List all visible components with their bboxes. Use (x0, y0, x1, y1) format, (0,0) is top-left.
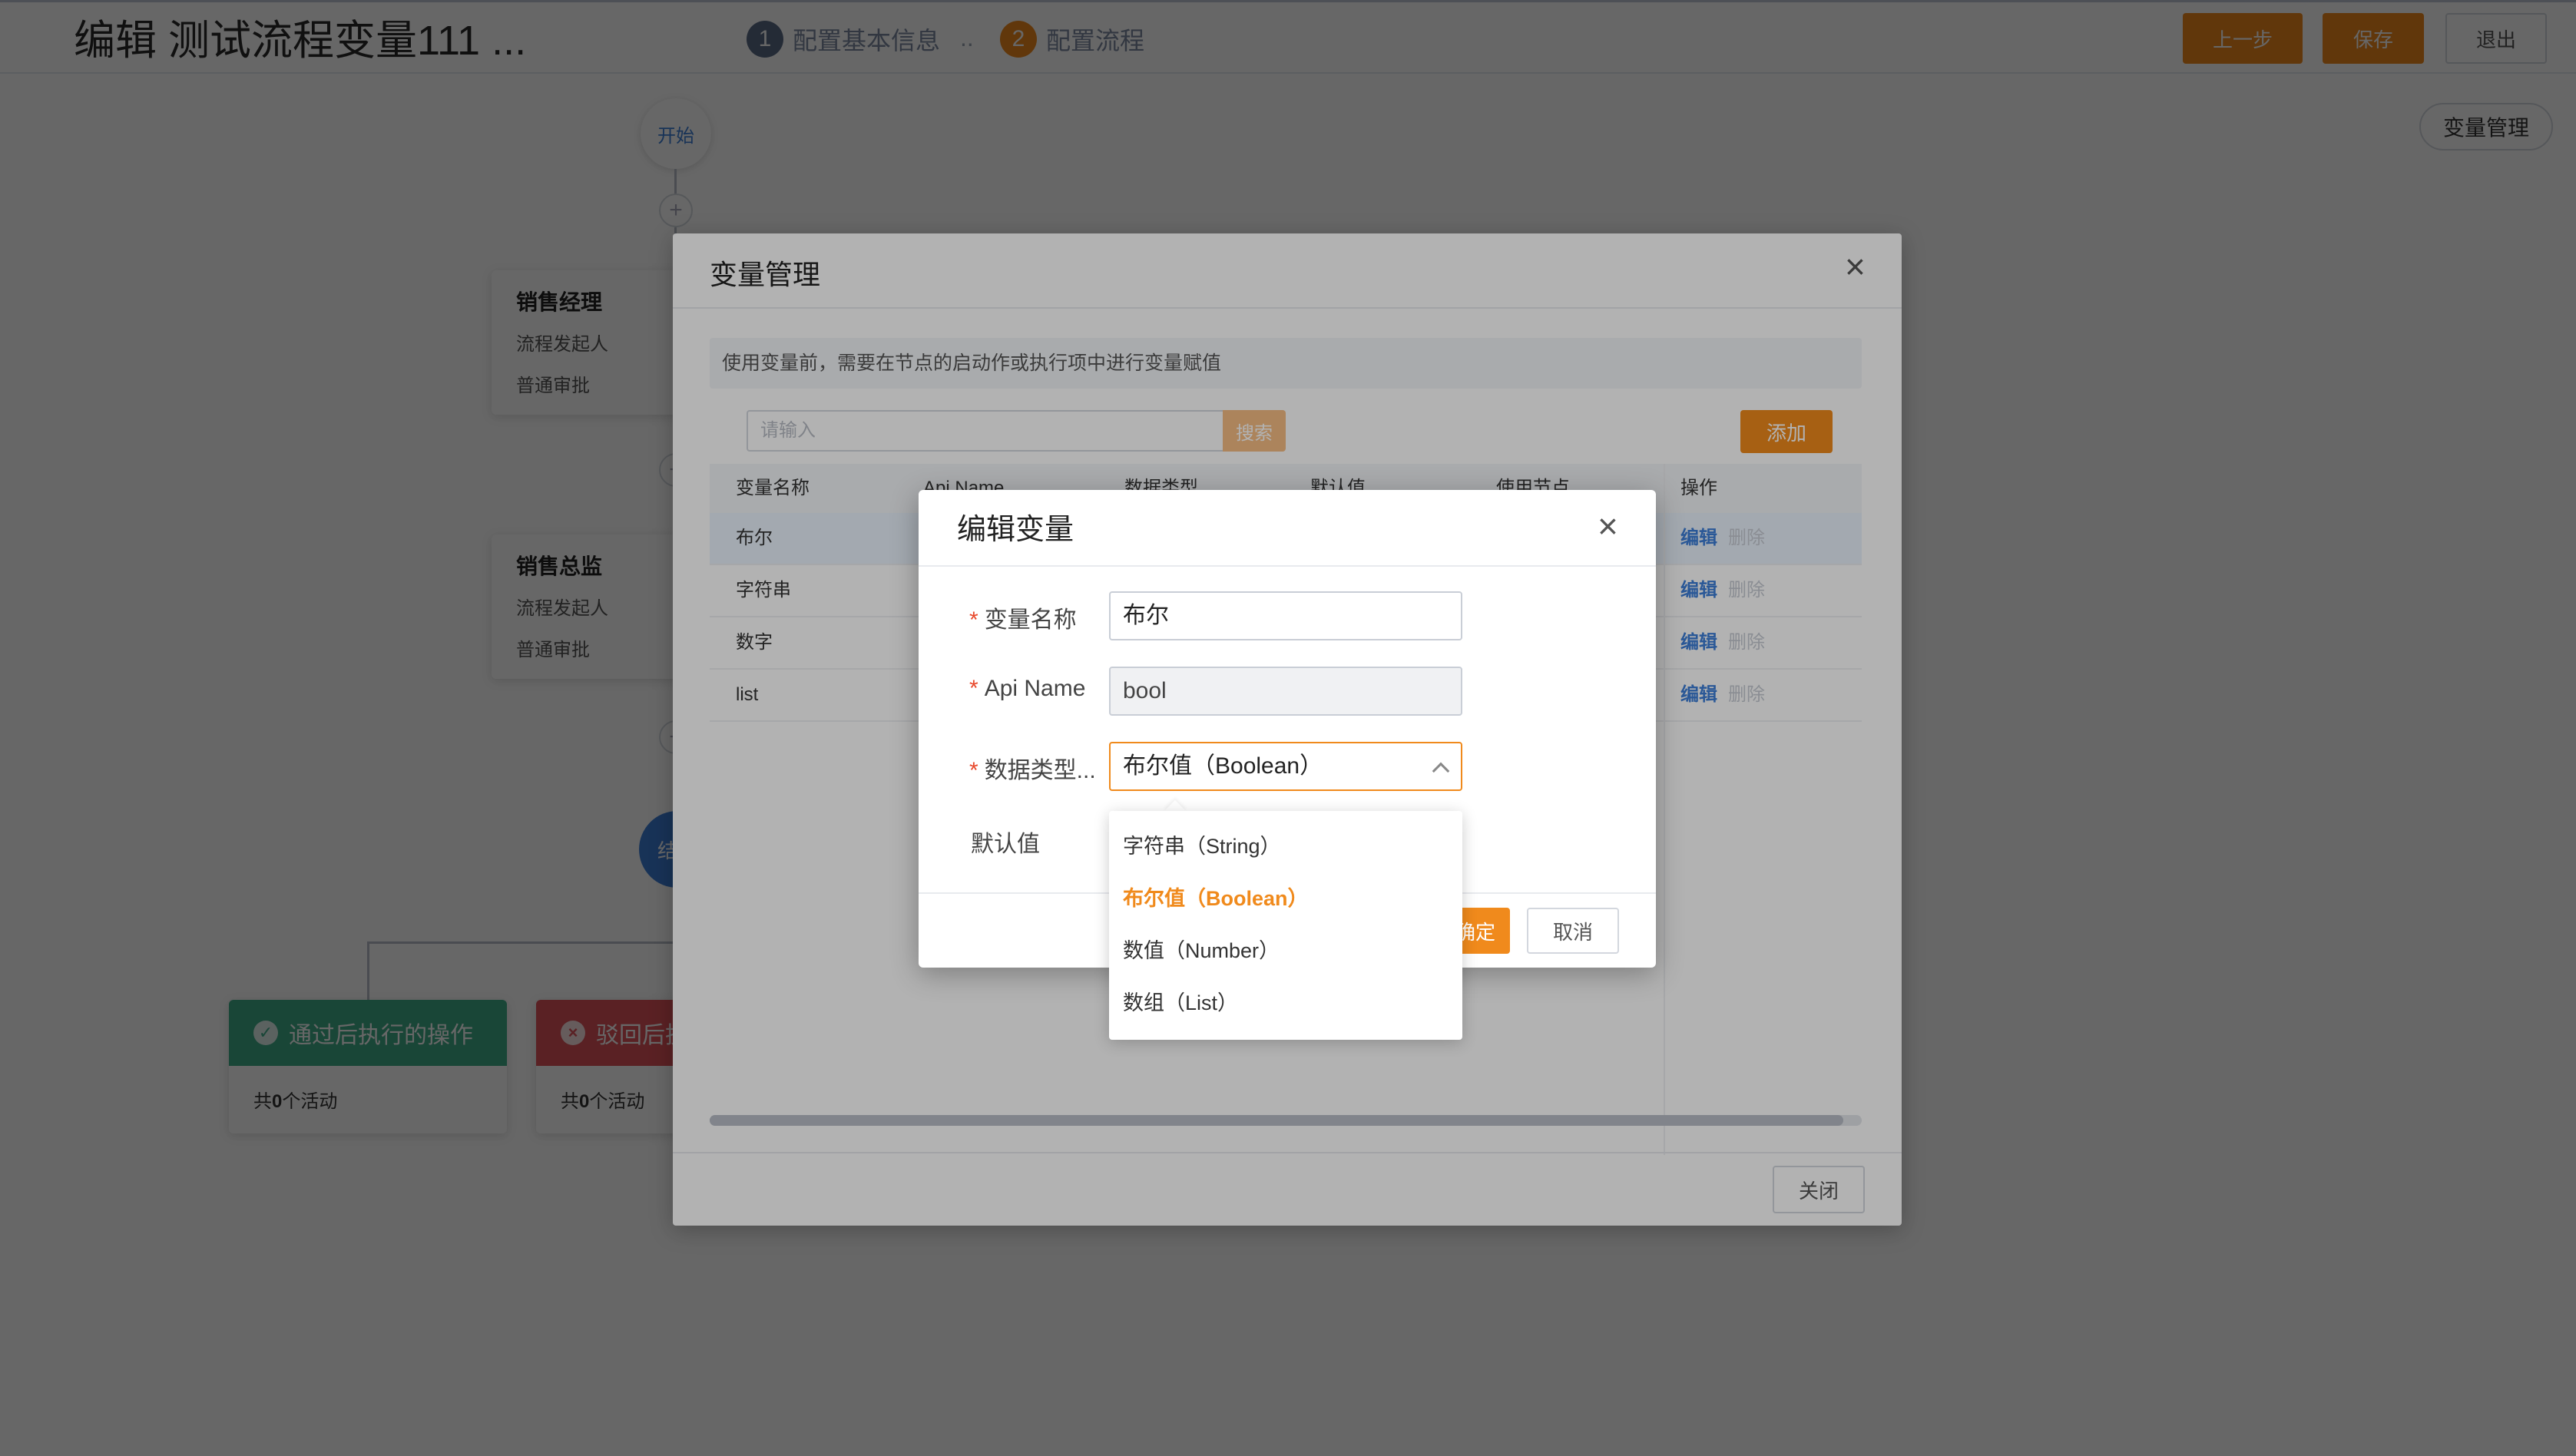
divider (919, 565, 1656, 567)
option-string[interactable]: 字符串（String） (1109, 820, 1462, 872)
api-name-input: bool (1109, 667, 1462, 716)
close-icon[interactable]: × (1598, 508, 1618, 544)
api-name-label: * Api Name (969, 676, 1086, 701)
cancel-button[interactable]: 取消 (1527, 908, 1619, 954)
variable-name-input[interactable]: 布尔 (1109, 591, 1462, 640)
dialog-title: 编辑变量 (957, 514, 1074, 546)
option-list[interactable]: 数组（List） (1109, 977, 1462, 1029)
name-label: * 变量名称 (969, 607, 1077, 633)
selected-value: 布尔值（Boolean） (1123, 753, 1323, 779)
option-number[interactable]: 数值（Number） (1109, 925, 1462, 977)
data-type-select[interactable]: 布尔值（Boolean） (1109, 742, 1462, 791)
chevron-up-icon (1432, 762, 1450, 780)
data-type-label: * 数据类型... (969, 758, 1096, 783)
default-value-label: 默认值 (971, 832, 1040, 857)
option-boolean[interactable]: 布尔值（Boolean） (1109, 872, 1462, 925)
data-type-dropdown: 字符串（String） 布尔值（Boolean） 数值（Number） 数组（L… (1109, 811, 1462, 1040)
